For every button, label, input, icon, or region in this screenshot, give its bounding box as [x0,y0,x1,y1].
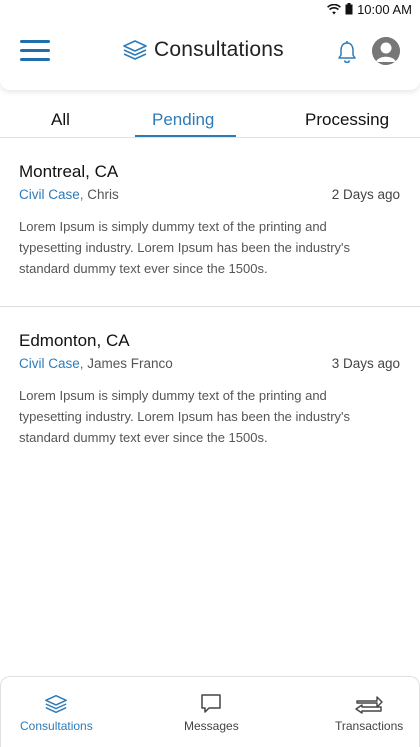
bottom-nav: Consultations Messages Transactions [0,676,420,747]
layers-icon [123,40,147,60]
tab-processing[interactable]: Processing [305,110,389,130]
transfer-icon [355,696,383,714]
page-title: Consultations [154,38,284,61]
tab-bar: All Pending Processing [0,100,420,138]
card-case-info: Civil Case, James Franco [19,356,173,371]
menu-icon-bar [20,49,50,52]
wifi-icon [327,3,342,14]
nav-consultations[interactable]: Consultations [1,677,111,747]
client-name: Chris [87,187,119,202]
user-avatar-icon [372,37,400,65]
card-description: Lorem Ipsum is simply dummy text of the … [19,388,351,445]
app-header: Consultations [0,18,420,90]
card-city: Montreal, CA [19,162,119,181]
header-title-group: Consultations [122,38,284,62]
layers-icon [45,694,67,714]
tab-pending[interactable]: Pending [152,110,214,130]
case-type: Civil Case, [19,356,84,371]
battery-icon [345,3,353,15]
nav-messages[interactable]: Messages [161,677,261,747]
status-time: 10:00 AM [357,1,412,17]
active-tab-indicator [135,135,236,137]
nav-transactions[interactable]: Transactions [321,677,420,747]
avatar[interactable] [372,37,400,65]
consultation-card[interactable]: Edmonton, CA Civil Case, James Franco 3 … [0,307,420,477]
status-bar: 10:00 AM [0,0,420,18]
nav-label: Transactions [335,719,404,733]
notifications-button[interactable] [336,40,358,69]
case-type: Civil Case, [19,187,84,202]
card-city: Edmonton, CA [19,331,130,350]
menu-icon-bar [20,58,50,61]
screen: 10:00 AM Consultations All Pending Proce… [0,0,420,747]
card-case-info: Civil Case, Chris [19,187,119,202]
card-time-ago: 2 Days ago [331,187,400,202]
bell-icon [338,41,356,64]
client-name: James Franco [87,356,173,371]
menu-button[interactable] [20,40,50,62]
message-icon [201,694,221,713]
menu-icon-bar [20,40,50,43]
nav-label: Consultations [20,719,93,733]
card-time-ago: 3 Days ago [331,356,400,371]
nav-label: Messages [184,719,239,733]
consultation-card[interactable]: Montreal, CA Civil Case, Chris 2 Days ag… [0,139,420,307]
tab-all[interactable]: All [51,110,70,130]
card-description: Lorem Ipsum is simply dummy text of the … [19,219,351,276]
